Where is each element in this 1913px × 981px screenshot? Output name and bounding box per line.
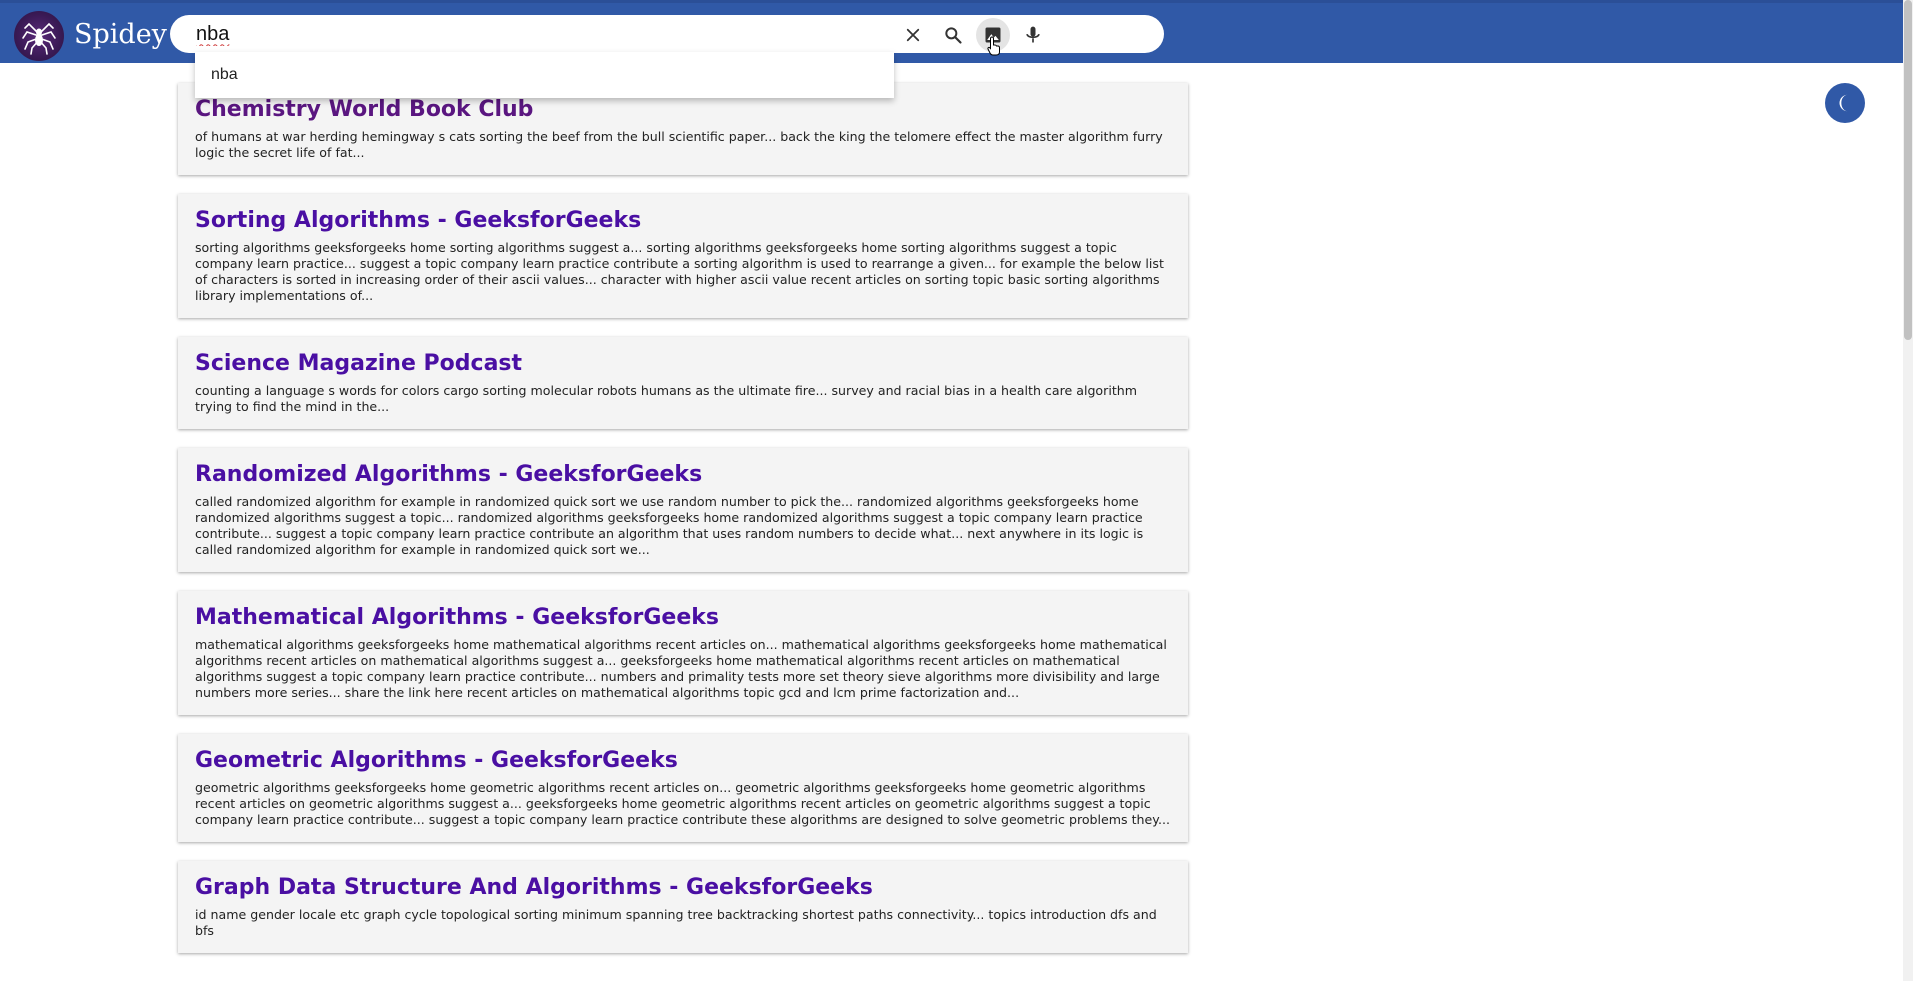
result-snippet: of humans at war herding hemingway s cat… xyxy=(195,129,1163,160)
result-title-link[interactable]: Science Magazine Podcast xyxy=(195,351,1172,377)
result-card: Randomized Algorithms - GeeksforGeeks ca… xyxy=(178,448,1188,572)
search-box xyxy=(170,15,1164,53)
result-card: Graph Data Structure And Algorithms - Ge… xyxy=(178,861,1188,953)
result-snippet: id name gender locale etc graph cycle to… xyxy=(195,907,1157,938)
result-title-link[interactable]: Sorting Algorithms - GeeksforGeeks xyxy=(195,208,1172,234)
brand-name[interactable]: Spidey xyxy=(74,17,167,53)
result-title-link[interactable]: Mathematical Algorithms - GeeksforGeeks xyxy=(195,605,1172,631)
result-title-link[interactable]: Graph Data Structure And Algorithms - Ge… xyxy=(195,875,1172,901)
scrollbar-thumb[interactable] xyxy=(1904,0,1912,340)
result-snippet: geometric algorithms geeksforgeeks home … xyxy=(195,780,1170,827)
result-title-link[interactable]: Chemistry World Book Club xyxy=(195,97,1172,123)
spider-logo-graphic xyxy=(22,22,56,55)
result-snippet: called randomized algorithm for example … xyxy=(195,494,1144,557)
results-list: Chemistry World Book Club of humans at w… xyxy=(178,83,1188,972)
result-title-link[interactable]: Geometric Algorithms - GeeksforGeeks xyxy=(195,748,1172,774)
result-card: Science Magazine Podcast counting a lang… xyxy=(178,337,1188,429)
moon-icon[interactable] xyxy=(1825,83,1865,123)
page-scrollbar[interactable] xyxy=(1903,0,1913,981)
suggestion-item[interactable]: nba xyxy=(211,66,238,84)
result-card: Geometric Algorithms - GeeksforGeeks geo… xyxy=(178,734,1188,842)
search-suggestions: nba xyxy=(195,52,894,98)
result-snippet: counting a language s words for colors c… xyxy=(195,383,1138,414)
spider-icon[interactable] xyxy=(14,11,64,61)
hand-cursor-icon xyxy=(987,36,1000,56)
result-snippet: sorting algorithms geeksforgeeks home so… xyxy=(195,240,1164,303)
search-icon[interactable] xyxy=(940,22,966,48)
microphone-icon[interactable] xyxy=(1020,22,1046,48)
result-card: Mathematical Algorithms - GeeksforGeeks … xyxy=(178,591,1188,715)
result-snippet: mathematical algorithms geeksforgeeks ho… xyxy=(195,637,1167,700)
result-card: Sorting Algorithms - GeeksforGeeks sorti… xyxy=(178,194,1188,318)
close-icon[interactable] xyxy=(900,22,926,48)
result-title-link[interactable]: Randomized Algorithms - GeeksforGeeks xyxy=(195,462,1172,488)
search-input[interactable] xyxy=(196,20,836,48)
